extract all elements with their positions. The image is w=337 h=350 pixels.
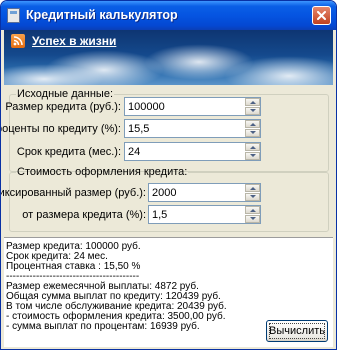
input-panel: Исходные данные: Размер кредита (руб.): … [1,85,333,235]
loan-amount-up-button[interactable] [245,98,260,106]
banner: Успех в жизни [4,30,333,85]
fixed-fee-spinner[interactable] [148,183,261,202]
title-bar[interactable]: Кредитный калькулятор [1,1,336,30]
calculator-window: Кредитный калькулятор Успех в жизни Исхо… [0,0,337,350]
percent-fee-down-button[interactable] [245,215,260,223]
window-title: Кредитный калькулятор [26,8,178,22]
fixed-fee-input[interactable] [149,184,244,201]
loan-term-label: Срок кредита (мес.): [16,146,121,158]
app-icon [7,8,20,23]
loan-term-input[interactable] [125,143,244,160]
percent-fee-label: от размера кредита (%): [22,209,146,221]
results-panel: Размер кредита: 100000 руб. Срок кредита… [4,237,333,347]
loan-amount-input[interactable] [125,98,244,115]
interest-rate-up-button[interactable] [245,120,260,128]
loan-term-up-button[interactable] [245,143,260,151]
interest-rate-spinner[interactable] [124,119,261,138]
fixed-fee-down-button[interactable] [245,193,260,201]
success-link[interactable]: Успех в жизни [32,34,116,48]
interest-rate-label: Проценты по кредиту (%): [0,123,121,135]
interest-rate-input[interactable] [125,120,244,137]
interest-rate-down-button[interactable] [245,129,260,137]
percent-fee-input[interactable] [149,206,244,223]
loan-amount-spinner[interactable] [124,97,261,116]
loan-amount-down-button[interactable] [245,107,260,115]
close-button[interactable] [312,6,331,25]
calculate-button[interactable]: Вычислить [266,320,328,342]
percent-fee-spinner[interactable] [148,205,261,224]
calculate-button-label: Вычислить [269,323,325,339]
fixed-fee-up-button[interactable] [245,184,260,192]
result-line: - сумма выплат по процентам: 16939 руб. [6,321,200,332]
loan-term-down-button[interactable] [245,152,260,160]
loan-amount-label: Размер кредита (руб.): [5,101,121,113]
rss-icon [11,34,25,48]
percent-fee-up-button[interactable] [245,206,260,214]
loan-term-spinner[interactable] [124,142,261,161]
initial-data-legend: Исходные данные: [17,88,113,100]
fixed-fee-label: фиксированный размер (руб.): [0,187,146,199]
close-icon [317,11,326,20]
cost-legend: Стоимость оформления кредита: [17,166,188,178]
